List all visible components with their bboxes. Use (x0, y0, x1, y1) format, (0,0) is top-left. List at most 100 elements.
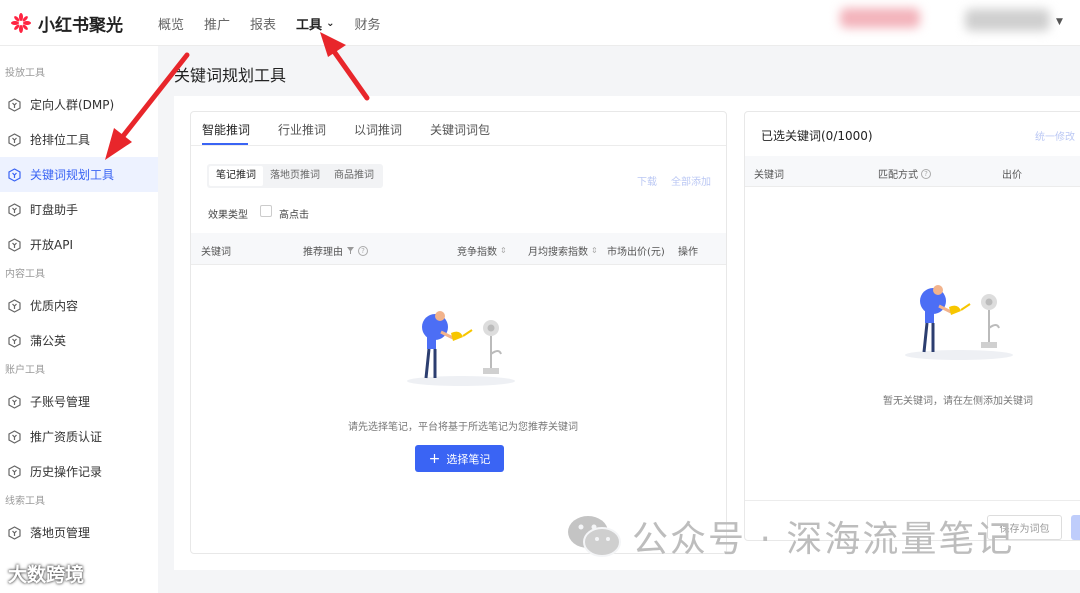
sort-icon[interactable]: ⇕ (591, 246, 598, 255)
add-all-link[interactable]: 全部添加 (671, 173, 711, 188)
column-monthly-search[interactable]: 月均搜索指数 ⇕ (528, 243, 598, 258)
sidebar-item-label: 抢排位工具 (30, 133, 91, 147)
selected-keywords-title: 已选关键词(0/1000) (761, 129, 873, 143)
tool-icon (8, 394, 21, 409)
high-click-checkbox[interactable] (260, 205, 272, 217)
select-note-label: 选择笔记 (446, 452, 491, 466)
subtab-landing-page[interactable]: 落地页推词 (263, 166, 327, 186)
blurred-account-name (840, 8, 920, 28)
tool-icon (8, 167, 21, 182)
tool-icon (8, 97, 21, 112)
nav-reports[interactable]: 报表 (250, 14, 276, 33)
tab-industry-recommend[interactable]: 行业推词 (278, 121, 326, 138)
nav-tools-label: 工具 (296, 17, 323, 33)
sidebar-item-monitor[interactable]: 盯盘助手 (0, 192, 158, 227)
tab-smart-recommend[interactable]: 智能推词 (202, 121, 250, 138)
confirm-button[interactable] (1071, 515, 1080, 540)
watermark-text-2: 大数跨境 (8, 564, 85, 586)
high-click-label: 高点击 (279, 210, 309, 221)
tool-icon (8, 298, 21, 313)
tool-icon (8, 464, 21, 479)
column-label: 出价 (1002, 170, 1022, 181)
sidebar-item-label: 定向人群(DMP) (30, 98, 115, 112)
sidebar-item-history[interactable]: 历史操作记录 (0, 454, 158, 489)
sort-icon[interactable]: ⇕ (500, 246, 507, 255)
download-link[interactable]: 下载 (637, 173, 657, 188)
subtab-product[interactable]: 商品推词 (327, 166, 381, 186)
tab-word-recommend[interactable]: 以词推词 (354, 121, 402, 138)
column-bid: 出价 (1002, 166, 1022, 181)
column-keyword: 关键词 (201, 243, 231, 258)
nav-overview[interactable]: 概览 (158, 14, 184, 33)
sidebar-item-label: 开放API (30, 238, 73, 252)
column-label: 关键词 (754, 170, 784, 181)
tool-icon (8, 429, 21, 444)
brand-logo[interactable]: 小红书聚光 (10, 10, 123, 36)
sidebar-item-label: 优质内容 (30, 299, 79, 313)
sidebar-item-pugongying[interactable]: 蒲公英 (0, 323, 158, 358)
column-market-bid: 市场出价(元) (607, 243, 665, 258)
panel-footer-divider (745, 500, 1080, 501)
empty-state-illustration (905, 285, 1013, 360)
sidebar-item-keyword-planner[interactable]: 关键词规划工具 (0, 157, 158, 192)
sidebar-item-label: 蒲公英 (30, 334, 67, 348)
sidebar-item-open-api[interactable]: 开放API (0, 227, 158, 262)
sidebar-group-title: 线索工具 (5, 496, 45, 507)
recommend-source-switch: 笔记推词 落地页推词 商品推词 (207, 164, 383, 188)
nav-finance[interactable]: 财务 (354, 14, 380, 33)
sidebar-item-label: 推广资质认证 (30, 430, 103, 444)
sidebar-group-title: 账户工具 (5, 365, 45, 376)
sidebar-item-qualification[interactable]: 推广资质认证 (0, 419, 158, 454)
nav-tools[interactable]: 工具 ⌄ (296, 14, 334, 33)
tab-keyword-package[interactable]: 关键词词包 (430, 121, 490, 138)
sidebar-group-title: 内容工具 (5, 269, 45, 280)
batch-edit-link[interactable]: 统一修改 (1035, 128, 1075, 143)
help-icon[interactable]: ? (358, 245, 368, 256)
column-label: 关键词 (201, 247, 231, 258)
active-tab-indicator (202, 143, 248, 145)
sidebar-item-label: 落地页管理 (30, 526, 91, 540)
column-match-type: 匹配方式? (878, 166, 931, 181)
sidebar-item-sub-accounts[interactable]: 子账号管理 (0, 384, 158, 419)
tool-icon (8, 202, 21, 217)
caret-down-icon[interactable]: ▼ (1056, 17, 1063, 27)
tool-icon (8, 333, 21, 348)
keyword-table-header: 关键词 推荐理由? 竞争指数 ⇕ 月均搜索指数 ⇕ 市场出价(元) 操作 (191, 233, 726, 265)
top-bar: 小红书聚光 概览 推广 报表 工具 ⌄ 财务 ▼ (0, 0, 1080, 46)
subtab-note[interactable]: 笔记推词 (209, 166, 263, 186)
sidebar-item-label: 子账号管理 (30, 395, 91, 409)
main-nav: 概览 推广 报表 工具 ⌄ 财务 (158, 0, 400, 46)
column-competition[interactable]: 竞争指数 ⇕ (457, 243, 507, 258)
watermark-text: 公众号 · 深海流量笔记 (632, 519, 1015, 560)
column-reason: 推荐理由? (303, 243, 368, 258)
column-action: 操作 (678, 243, 698, 258)
keyword-recommend-panel: 智能推词 行业推词 以词推词 关键词词包 笔记推词 落地页推词 商品推词 下载 … (190, 111, 727, 554)
column-label: 匹配方式 (878, 170, 918, 181)
column-keyword: 关键词 (754, 166, 784, 181)
selected-keywords-panel: 已选关键词(0/1000) 统一修改 关键词 匹配方式? 出价 暂无关键词，请在… (744, 111, 1080, 541)
help-icon[interactable]: ? (921, 168, 931, 179)
tool-icon (8, 525, 21, 540)
sidebar-item-dmp[interactable]: 定向人群(DMP) (0, 87, 158, 122)
nav-promotion[interactable]: 推广 (204, 14, 230, 33)
wechat-icon (568, 516, 621, 557)
plus-icon: + (428, 450, 441, 467)
column-label: 操作 (678, 247, 698, 258)
sidebar-item-label: 盯盘助手 (30, 203, 79, 217)
sidebar-item-quality-content[interactable]: 优质内容 (0, 288, 158, 323)
column-label: 推荐理由 (303, 247, 343, 258)
blurred-user-avatar[interactable] (965, 9, 1050, 31)
sidebar-item-rank-bid[interactable]: 抢排位工具 (0, 122, 158, 157)
filter-icon[interactable] (346, 246, 355, 255)
sidebar-item-label: 历史操作记录 (30, 465, 103, 479)
brand-flower-icon (11, 13, 31, 33)
selected-empty-text: 暂无关键词，请在左侧添加关键词 (883, 396, 1033, 407)
empty-state-illustration (407, 311, 515, 386)
select-note-button[interactable]: + 选择笔记 (415, 445, 504, 472)
sidebar-item-label: 关键词规划工具 (30, 168, 115, 182)
column-label: 市场出价(元) (607, 247, 665, 258)
empty-state-text: 请先选择笔记，平台将基于所选笔记为您推荐关键词 (348, 422, 578, 433)
tool-icon (8, 237, 21, 252)
sidebar-item-landing-pages[interactable]: 落地页管理 (0, 515, 158, 550)
recommend-tabs: 智能推词 行业推词 以词推词 关键词词包 (191, 112, 726, 146)
